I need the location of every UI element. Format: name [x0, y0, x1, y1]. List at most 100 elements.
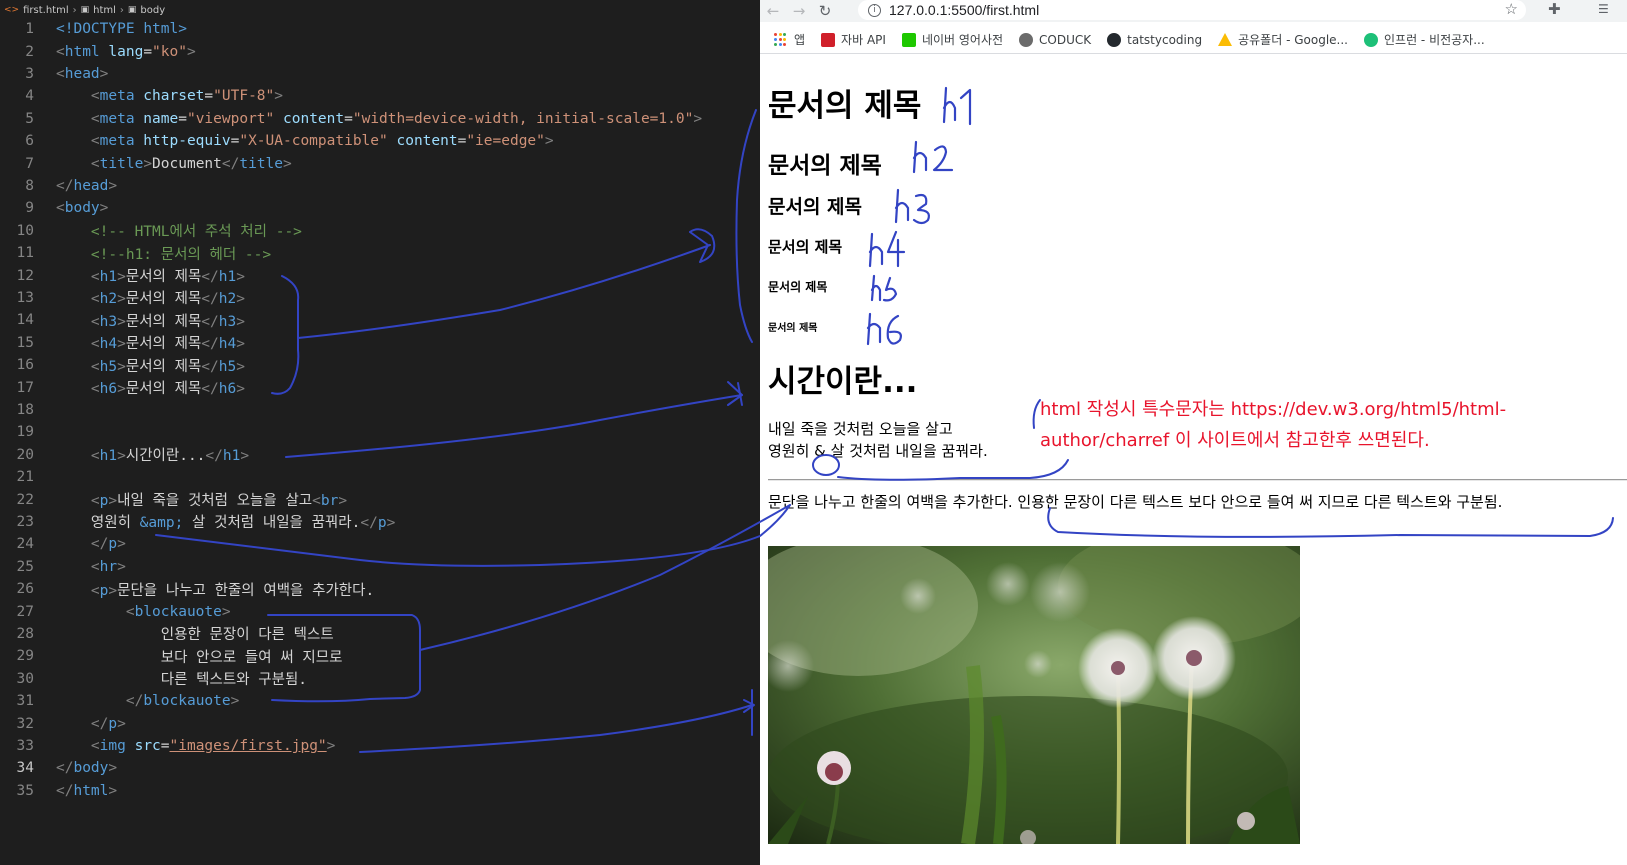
code-text[interactable]: <html lang="ko">: [34, 44, 196, 60]
code-text[interactable]: 영원히 &amp; 살 것처럼 내일을 꿈꿔라.</p>: [34, 511, 395, 532]
code-text[interactable]: 보다 안으로 들여 써 지므로: [34, 646, 343, 667]
code-line[interactable]: 3 <head>: [0, 63, 760, 85]
code-line[interactable]: 20 <h1>시간이란...</h1>: [0, 444, 760, 466]
code-text[interactable]: <head>: [34, 66, 108, 82]
extensions-icon[interactable]: ✚: [1548, 0, 1561, 18]
line-number: 2: [25, 43, 34, 60]
breadcrumb-file[interactable]: <> first.html: [4, 5, 69, 16]
code-line[interactable]: 10 <!-- HTML에서 주석 처리 -->: [0, 220, 760, 242]
code-token: p: [108, 536, 118, 553]
code-line[interactable]: 33 <img src="images/first.jpg">: [0, 735, 760, 757]
code-text[interactable]: <!--h1: 문서의 헤더 -->: [34, 243, 271, 264]
code-line[interactable]: 15 <h4>문서의 제목</h4>: [0, 332, 760, 354]
code-line[interactable]: 6 <meta http-equiv="X-UA-compatible" con…: [0, 130, 760, 152]
code-line[interactable]: 2 <html lang="ko">: [0, 40, 760, 62]
bookmark-star-icon[interactable]: ☆: [1505, 0, 1518, 18]
url-text[interactable]: 127.0.0.1:5500/first.html: [889, 2, 1039, 18]
code-line[interactable]: 26 <p>문단을 나누고 한줄의 여백을 추가한다.: [0, 578, 760, 600]
code-text[interactable]: 다른 텍스트와 구분됨.: [34, 668, 307, 689]
code-line[interactable]: 30 다른 텍스트와 구분됨.: [0, 668, 760, 690]
bookmark-item[interactable]: 앱: [774, 31, 805, 48]
code-text[interactable]: <meta charset="UTF-8">: [34, 88, 283, 104]
breadcrumb-body[interactable]: ▣ body: [128, 5, 165, 16]
code-line[interactable]: 21: [0, 466, 760, 488]
code-line[interactable]: 7 <title>Document</title>: [0, 152, 760, 174]
code-text[interactable]: <h2>문서의 제목</h2>: [34, 287, 245, 308]
code-line[interactable]: 8 </head>: [0, 175, 760, 197]
code-text[interactable]: <h5>문서의 제목</h5>: [34, 355, 245, 376]
back-arrow-icon[interactable]: ←: [760, 0, 786, 22]
code-text[interactable]: <title>Document</title>: [34, 156, 292, 172]
code-token: img: [99, 737, 126, 754]
code-text[interactable]: <h1>시간이란...</h1>: [34, 444, 249, 465]
code-text[interactable]: </body>: [34, 760, 117, 776]
code-text[interactable]: </head>: [34, 178, 117, 194]
code-token: </: [201, 269, 219, 286]
code-text[interactable]: <p>내일 죽을 것처럼 오늘을 살고<br>: [34, 489, 347, 510]
bookmark-item[interactable]: CODUCK: [1019, 32, 1091, 47]
address-bar[interactable]: i 127.0.0.1:5500/first.html ☆: [858, 0, 1526, 20]
code-line[interactable]: 17 <h6>문서의 제목</h6>: [0, 376, 760, 398]
code-line[interactable]: 22 <p>내일 죽을 것처럼 오늘을 살고<br>: [0, 488, 760, 510]
code-line[interactable]: 32 </p>: [0, 712, 760, 734]
code-line[interactable]: 4 <meta charset="UTF-8">: [0, 85, 760, 107]
code-line[interactable]: 28 인용한 문장이 다른 텍스트: [0, 623, 760, 645]
bookmark-item[interactable]: 네이버 영어사전: [901, 31, 1003, 48]
code-token: h6: [99, 381, 118, 398]
code-line[interactable]: 19: [0, 421, 760, 443]
code-text[interactable]: <meta name="viewport" content="width=dev…: [34, 111, 702, 127]
bookmark-item[interactable]: tatstycoding: [1107, 32, 1202, 47]
code-line[interactable]: 16 <h5>문서의 제목</h5>: [0, 354, 760, 376]
code-line[interactable]: 12 <h1>문서의 제목</h1>: [0, 264, 760, 286]
code-line[interactable]: 35 </html>: [0, 780, 760, 802]
code-line[interactable]: 29 보다 안으로 들여 써 지므로: [0, 645, 760, 667]
code-text[interactable]: <h6>문서의 제목</h6>: [34, 377, 245, 398]
code-text[interactable]: </p>: [34, 536, 126, 552]
code-line[interactable]: 11 <!--h1: 문서의 헤더 -->: [0, 242, 760, 264]
code-line[interactable]: 5 <meta name="viewport" content="width=d…: [0, 108, 760, 130]
code-text[interactable]: <h4>문서의 제목</h4>: [34, 332, 245, 353]
code-text[interactable]: 인용한 문장이 다른 텍스트: [34, 623, 334, 644]
code-text[interactable]: <h3>문서의 제목</h3>: [34, 310, 245, 331]
bookmark-item[interactable]: 인프런 - 비전공자...: [1363, 31, 1485, 48]
code-text[interactable]: <meta http-equiv="X-UA-compatible" conte…: [34, 133, 554, 149]
line-number: 10: [16, 222, 34, 239]
code-text[interactable]: <!-- HTML에서 주석 처리 -->: [34, 220, 302, 241]
profile-menu-icon[interactable]: ☰: [1598, 2, 1609, 16]
code-line[interactable]: 34 </body>: [0, 757, 760, 779]
code-text[interactable]: <p>문단을 나누고 한줄의 여백을 추가한다.: [34, 579, 374, 600]
code-text[interactable]: <img src="images/first.jpg">: [34, 738, 335, 754]
code-line[interactable]: 25 <hr>: [0, 556, 760, 578]
breadcrumb-label: body: [140, 4, 166, 16]
code-line[interactable]: 18: [0, 399, 760, 421]
code-text[interactable]: <h1>문서의 제목</h1>: [34, 265, 245, 286]
info-icon[interactable]: i: [868, 3, 881, 17]
code-text[interactable]: <hr>: [34, 559, 126, 575]
reload-icon[interactable]: ↻: [812, 0, 838, 22]
bookmark-item[interactable]: 자바 API: [821, 31, 886, 48]
bookmark-item[interactable]: 공유폴더 - Google...: [1218, 31, 1348, 48]
code-text[interactable]: <blockauote>: [34, 604, 231, 620]
forward-arrow-icon[interactable]: →: [786, 0, 812, 22]
code-editor[interactable]: <> first.html › ▣ html › ▣ body 1 <!DOCTY…: [0, 0, 760, 865]
code-text[interactable]: </blockauote>: [34, 693, 240, 709]
code-line[interactable]: 23 영원히 &amp; 살 것처럼 내일을 꿈꿔라.</p>: [0, 511, 760, 533]
code-text[interactable]: </html>: [34, 783, 117, 799]
code-line[interactable]: 24 </p>: [0, 533, 760, 555]
code-line[interactable]: 9 <body>: [0, 197, 760, 219]
code-line[interactable]: 13 <h2>문서의 제목</h2>: [0, 287, 760, 309]
breadcrumb-html[interactable]: ▣ html: [81, 5, 116, 16]
code-token: body: [73, 760, 109, 777]
code-text[interactable]: <body>: [34, 200, 108, 216]
code-text[interactable]: <!DOCTYPE html>: [34, 21, 187, 37]
code-line[interactable]: 1 <!DOCTYPE html>: [0, 18, 760, 40]
code-token: >: [117, 536, 126, 553]
heading-h6: 문서의 제목: [768, 323, 818, 334]
code-line[interactable]: 14 <h3>문서의 제목</h3>: [0, 309, 760, 331]
line-number: 1: [25, 21, 34, 38]
code-text[interactable]: </p>: [34, 716, 126, 732]
code-line[interactable]: 27 <blockauote>: [0, 600, 760, 622]
code-line[interactable]: 31 </blockauote>: [0, 690, 760, 712]
